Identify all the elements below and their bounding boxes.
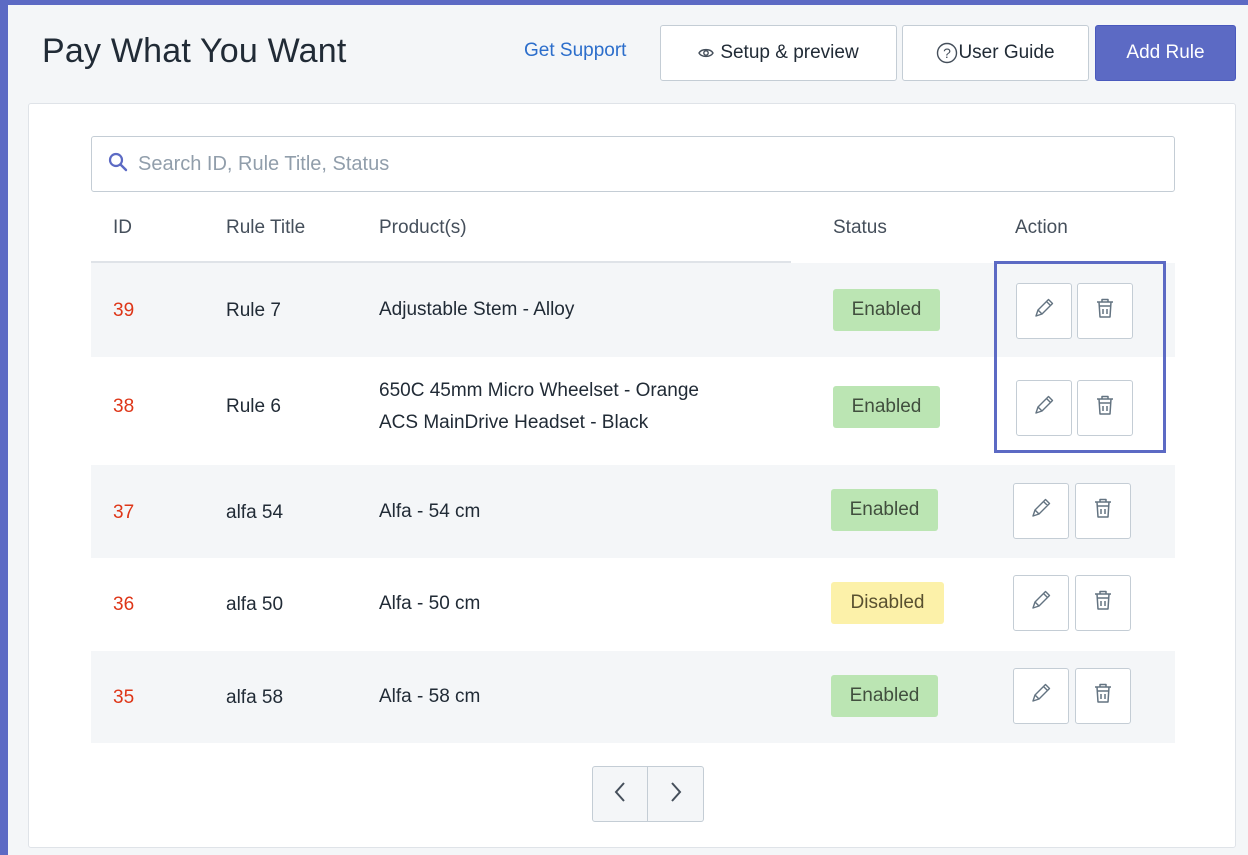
edit-rule-button[interactable] [1013,483,1069,539]
rule-id[interactable]: 38 [113,396,134,418]
pencil-icon [1029,588,1053,618]
rule-title: alfa 58 [226,687,284,708]
rule-product: 650C 45mm Micro Wheelset - Orange [379,380,699,401]
chevron-right-icon [669,781,683,808]
status-badge: Enabled [833,386,940,428]
edit-rule-button[interactable] [1016,380,1072,436]
setup-preview-label: Setup & preview [720,42,859,63]
pencil-icon [1032,393,1056,423]
get-support-link[interactable]: Get Support [524,40,626,62]
table-row[interactable]: 38 Rule 6 650C 45mm Micro Wheelset - Ora… [91,357,1175,465]
delete-rule-button[interactable] [1077,283,1133,339]
trash-icon [1092,588,1114,618]
delete-rule-button[interactable] [1075,668,1131,724]
rules-card: ID Rule Title Product(s) Status Action 3… [28,103,1236,848]
edit-rule-button[interactable] [1016,283,1072,339]
column-header-products[interactable]: Product(s) [379,217,467,239]
rule-title: alfa 50 [226,594,284,615]
status-badge: Enabled [831,675,938,717]
pencil-icon [1032,296,1056,326]
trash-icon [1094,393,1116,423]
trash-icon [1094,296,1116,326]
status-badge: Disabled [831,582,944,624]
rule-id[interactable]: 36 [113,594,134,616]
next-page-button[interactable] [648,766,704,822]
table-header: ID Rule Title Product(s) Status Action [91,204,1175,260]
delete-rule-button[interactable] [1075,575,1131,631]
rule-id[interactable]: 35 [113,687,134,709]
pencil-icon [1029,681,1053,711]
rule-product: ACS MainDrive Headset - Black [379,412,649,433]
setup-preview-button[interactable]: Setup & preview [660,25,897,81]
search-box [91,136,1175,192]
table-row[interactable]: 35 alfa 58 Alfa - 58 cm Enabled [91,651,1175,743]
user-guide-button[interactable]: ? User Guide [902,25,1089,81]
column-header-id[interactable]: ID [113,217,132,239]
column-header-status[interactable]: Status [833,217,887,239]
add-rule-button[interactable]: Add Rule [1095,25,1236,81]
rules-table-body: 39 Rule 7 Adjustable Stem - Alloy Enable… [91,263,1175,743]
trash-icon [1092,681,1114,711]
user-guide-label: User Guide [958,42,1055,63]
edit-rule-button[interactable] [1013,668,1069,724]
pencil-icon [1029,496,1053,526]
edit-rule-button[interactable] [1013,575,1069,631]
rule-title: alfa 54 [226,502,284,523]
rule-product: Alfa - 58 cm [379,686,481,707]
chevron-left-icon [613,781,627,808]
eye-icon [698,47,715,59]
rule-product: Alfa - 50 cm [379,593,481,614]
search-input[interactable] [138,152,1138,176]
previous-page-button[interactable] [592,766,648,822]
svg-text:?: ? [944,45,952,61]
help-circle-icon: ? [936,42,958,64]
delete-rule-button[interactable] [1077,380,1133,436]
column-header-rule-title[interactable]: Rule Title [226,217,305,239]
rule-id[interactable]: 39 [113,300,134,322]
search-icon [108,152,128,177]
status-badge: Enabled [833,289,940,331]
rule-title: Rule 6 [226,396,281,417]
trash-icon [1092,496,1114,526]
rule-product: Adjustable Stem - Alloy [379,299,575,320]
status-badge: Enabled [831,489,938,531]
table-row[interactable]: 36 alfa 50 Alfa - 50 cm Disabled [91,558,1175,651]
pagination [592,766,704,822]
delete-rule-button[interactable] [1075,483,1131,539]
table-row[interactable]: 37 alfa 54 Alfa - 54 cm Enabled [91,465,1175,558]
rule-product: Alfa - 54 cm [379,501,481,522]
page-title: Pay What You Want [42,32,347,70]
rule-id[interactable]: 37 [113,502,134,524]
table-row[interactable]: 39 Rule 7 Adjustable Stem - Alloy Enable… [91,263,1175,357]
column-header-action: Action [1015,217,1068,238]
rule-title: Rule 7 [226,300,281,321]
